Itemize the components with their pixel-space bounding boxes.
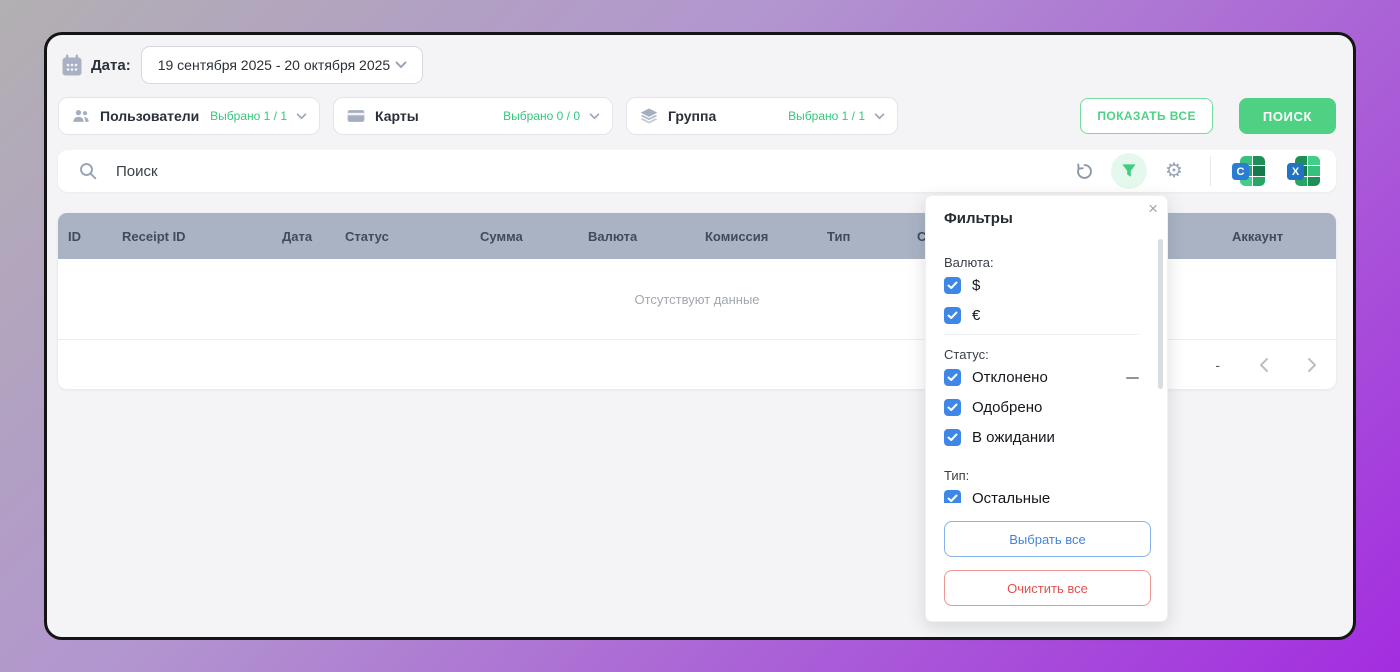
- search-toolbar: ⚙ C X: [1067, 153, 1322, 189]
- card-icon: [346, 106, 366, 126]
- csv-badge: C: [1232, 163, 1249, 180]
- calendar-icon: [60, 53, 84, 77]
- users-dropdown[interactable]: Пользователи Выбрано 1 / 1: [58, 97, 320, 135]
- checkbox-checked[interactable]: [944, 369, 961, 386]
- checkbox-approved[interactable]: Одобрено: [944, 396, 1139, 418]
- checkbox-pending[interactable]: В ожидании: [944, 426, 1139, 448]
- search-icon: [78, 161, 98, 181]
- chevron-down-icon: [589, 113, 600, 120]
- date-range-select[interactable]: 19 сентября 2025 - 20 октября 2025: [141, 46, 423, 84]
- search-button[interactable]: ПОИСК: [1239, 98, 1336, 134]
- dropdown-label: Пользователи: [100, 108, 199, 124]
- checkbox-label: В ожидании: [972, 429, 1055, 446]
- users-icon: [71, 106, 91, 126]
- pagination-range: -: [1215, 357, 1220, 373]
- column-header-id: ID: [68, 213, 81, 259]
- close-icon[interactable]: ×: [1148, 199, 1158, 219]
- popup-title: Фильтры: [944, 210, 1013, 227]
- chevron-down-icon: [395, 61, 407, 69]
- column-header-status: Статус: [345, 213, 389, 259]
- checkbox-checked[interactable]: [944, 307, 961, 324]
- group-dropdown[interactable]: Группа Выбрано 1 / 1: [626, 97, 898, 135]
- column-header-date: Дата: [282, 213, 312, 259]
- dropdown-label: Карты: [375, 108, 419, 124]
- checkbox-checked[interactable]: [944, 429, 961, 446]
- date-label: Дата:: [91, 57, 131, 74]
- checkbox-label: Одобрено: [972, 399, 1042, 416]
- date-range-value: 19 сентября 2025 - 20 октября 2025: [158, 57, 390, 73]
- chevron-right-icon: [1307, 357, 1317, 373]
- gear-icon: ⚙: [1165, 161, 1183, 181]
- cards-dropdown[interactable]: Карты Выбрано 0 / 0: [333, 97, 613, 135]
- column-header-commission: Комиссия: [705, 213, 768, 259]
- popup-scrollbar[interactable]: [1158, 239, 1163, 389]
- filters-popup: × Фильтры Валюта: $ € Статус: Отклонено …: [925, 195, 1168, 622]
- dropdown-label: Группа: [668, 108, 716, 124]
- column-header-type: Тип: [827, 213, 850, 259]
- layers-icon: [639, 106, 659, 126]
- select-all-button[interactable]: Выбрать все: [944, 521, 1151, 557]
- filters-row: Пользователи Выбрано 1 / 1 Карты Выбрано…: [58, 97, 1336, 135]
- next-page-button[interactable]: [1302, 355, 1322, 375]
- checkbox-usd[interactable]: $: [944, 274, 1139, 296]
- search-input[interactable]: [114, 162, 1067, 181]
- popup-dash: [1126, 377, 1139, 379]
- checkbox-checked[interactable]: [944, 277, 961, 294]
- filter-group-label: Валюта:: [944, 255, 1139, 270]
- date-row: Дата: 19 сентября 2025 - 20 октября 2025: [60, 46, 1336, 84]
- selected-count: Выбрано 1 / 1: [210, 109, 287, 123]
- excel-badge: X: [1287, 163, 1304, 180]
- toolbar-divider: [1210, 156, 1211, 186]
- checkbox-others[interactable]: Остальные: [944, 487, 1139, 503]
- filter-icon: [1121, 163, 1137, 179]
- checkbox-eur[interactable]: €: [944, 304, 1139, 326]
- filter-group-label: Тип:: [944, 468, 1139, 483]
- chevron-down-icon: [296, 113, 307, 120]
- column-header-receipt-id: Receipt ID: [122, 213, 186, 259]
- excel-export-button[interactable]: X: [1287, 156, 1320, 186]
- chevron-left-icon: [1259, 357, 1269, 373]
- chevron-down-icon: [874, 113, 885, 120]
- checkbox-declined[interactable]: Отклонено: [944, 366, 1139, 388]
- csv-export-button[interactable]: C: [1232, 156, 1265, 186]
- checkbox-label: €: [972, 307, 980, 324]
- settings-button[interactable]: ⚙: [1157, 154, 1191, 188]
- prev-page-button[interactable]: [1254, 355, 1274, 375]
- checkbox-checked[interactable]: [944, 490, 961, 504]
- show-all-button[interactable]: ПОКАЗАТЬ ВСЕ: [1080, 98, 1213, 134]
- selected-count: Выбрано 1 / 1: [788, 109, 865, 123]
- search-bar: ⚙ C X: [58, 150, 1336, 192]
- checkbox-label: $: [972, 277, 980, 294]
- filter-button[interactable]: [1111, 153, 1147, 189]
- checkbox-label: Остальные: [972, 490, 1050, 504]
- column-header-account: Аккаунт: [1232, 213, 1283, 259]
- column-header-currency: Валюта: [588, 213, 637, 259]
- reset-icon: [1075, 162, 1094, 181]
- selected-count: Выбрано 0 / 0: [503, 109, 580, 123]
- reset-button[interactable]: [1067, 154, 1101, 188]
- filter-group-label: Статус:: [944, 347, 1139, 362]
- checkbox-checked[interactable]: [944, 399, 961, 416]
- clear-all-button[interactable]: Очистить все: [944, 570, 1151, 606]
- group-divider: [944, 334, 1139, 335]
- popup-scroll-area: Валюта: $ € Статус: Отклонено Одобрено В…: [926, 244, 1157, 503]
- checkbox-label: Отклонено: [972, 369, 1048, 386]
- column-header-amount: Сумма: [480, 213, 523, 259]
